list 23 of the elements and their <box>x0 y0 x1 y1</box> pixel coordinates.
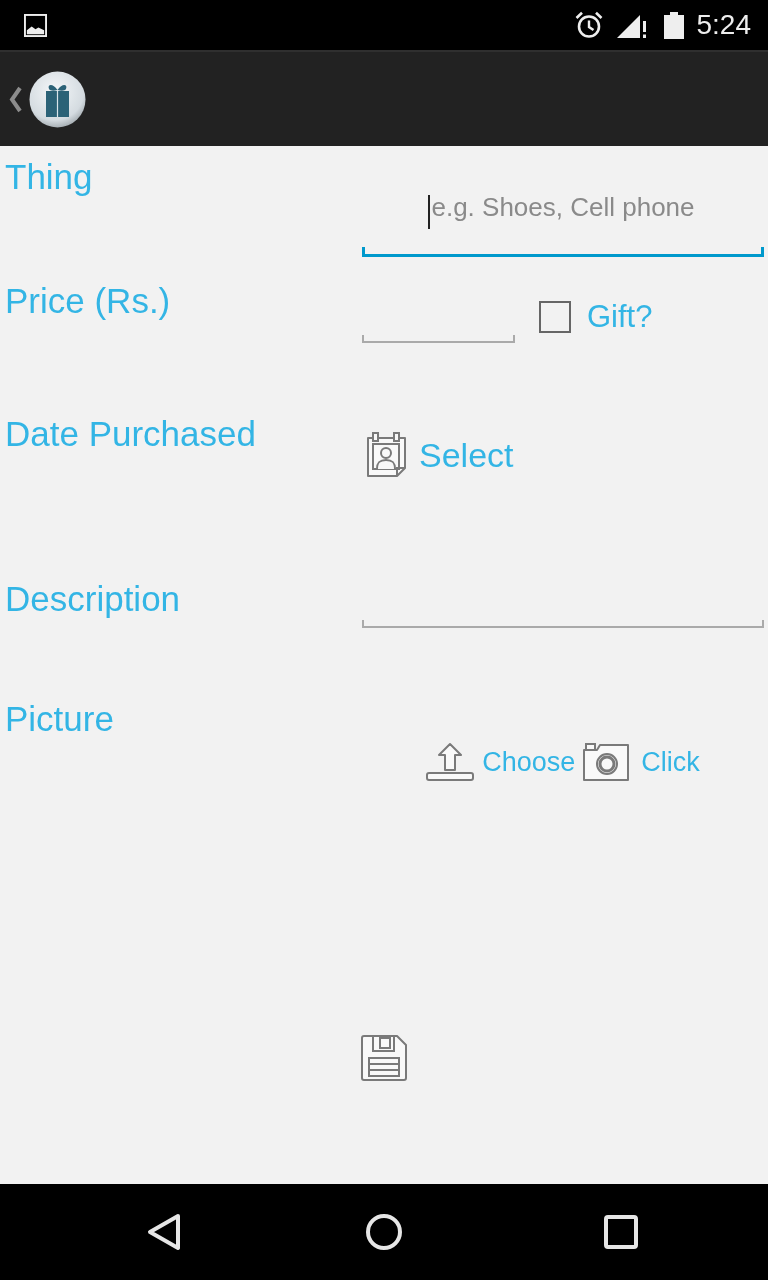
back-caret-icon[interactable] <box>8 85 22 113</box>
home-icon[interactable] <box>366 1214 402 1250</box>
camera-icon <box>582 742 632 782</box>
select-date-button[interactable]: Select <box>366 432 514 478</box>
checkbox[interactable] <box>539 301 571 333</box>
recents-icon[interactable] <box>604 1215 638 1249</box>
save-button[interactable] <box>360 1034 408 1082</box>
back-icon[interactable] <box>146 1213 182 1251</box>
field-label: Date Purchased <box>5 414 256 454</box>
field-label: Price (Rs.) <box>5 281 171 321</box>
camera-button[interactable]: Click <box>582 742 700 782</box>
upload-button[interactable]: Choose <box>426 742 576 782</box>
picture-notification-icon <box>24 13 47 37</box>
field-label: Thing <box>5 157 93 197</box>
field-label: Description <box>5 579 181 619</box>
gift-logo-icon[interactable] <box>29 70 86 128</box>
alarm-clock-icon <box>574 11 603 39</box>
battery-icon <box>663 11 684 39</box>
status-time: 5:24 <box>696 9 751 41</box>
field-label: Picture <box>5 699 114 739</box>
calendar-icon <box>366 432 407 478</box>
upload-icon <box>426 742 475 782</box>
checkbox-label[interactable]: Gift? <box>587 299 653 335</box>
